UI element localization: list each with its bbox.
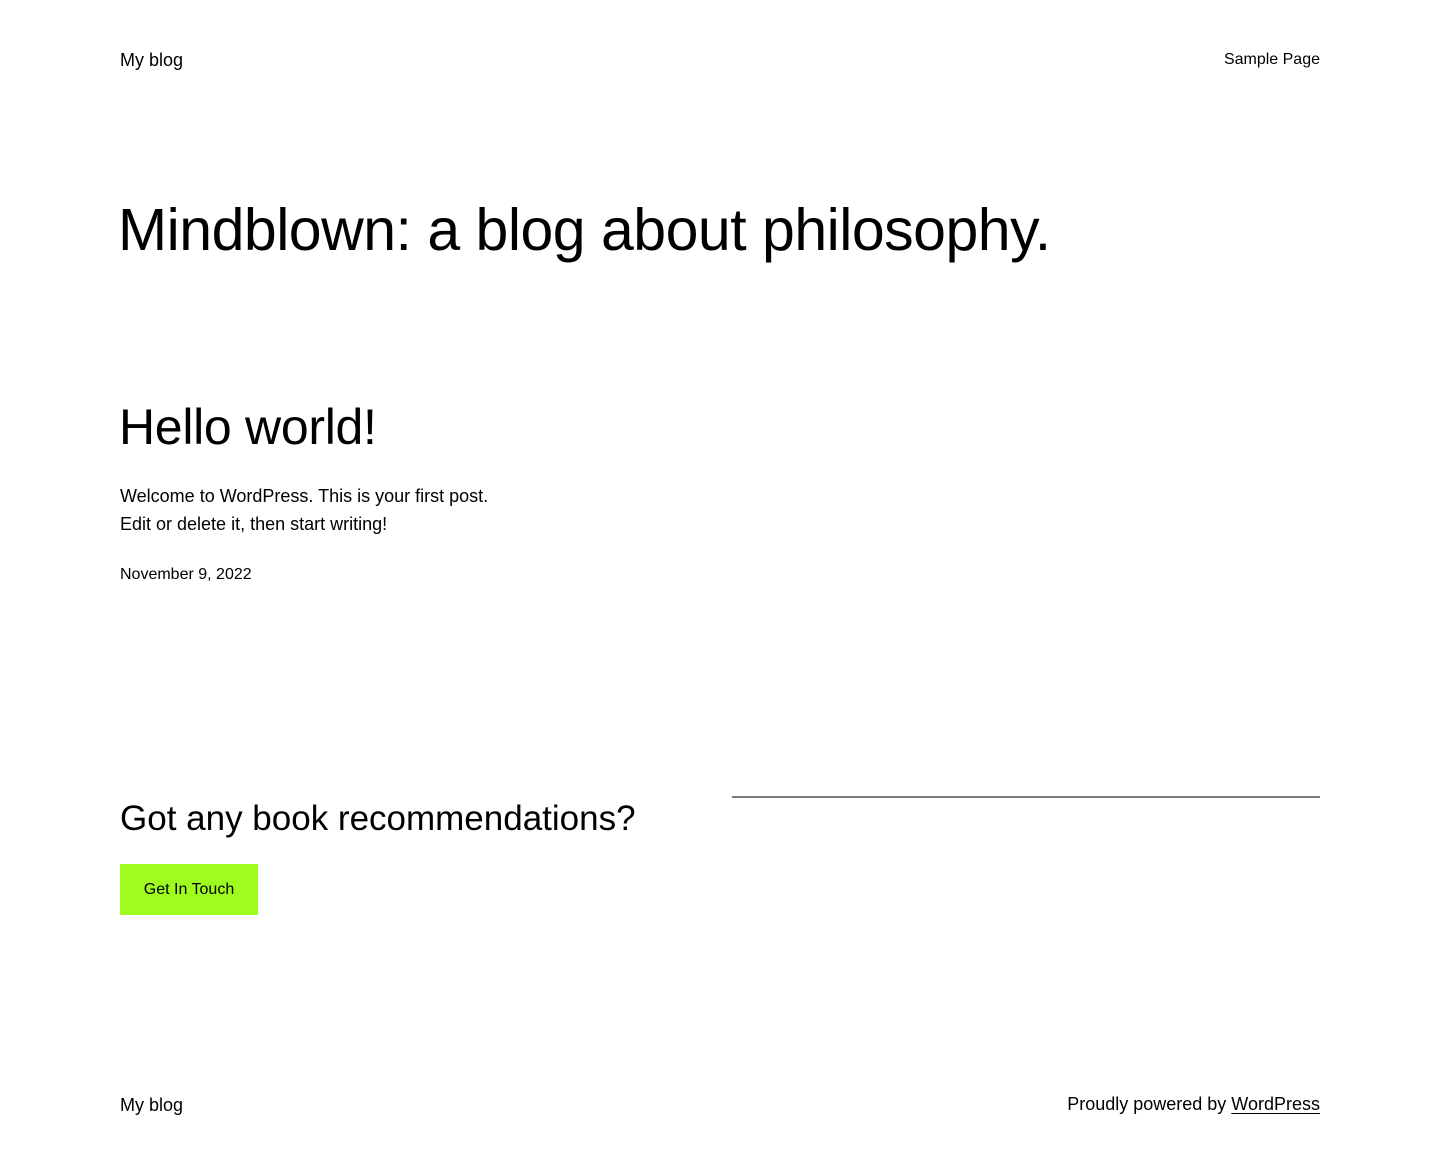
footer-credit-text: Proudly powered by	[1067, 1094, 1232, 1114]
post-title-link[interactable]: Hello world!	[119, 396, 377, 458]
section-divider	[732, 796, 1320, 798]
footer-credit: Proudly powered by WordPress	[1067, 1092, 1320, 1116]
post-excerpt: Welcome to WordPress. This is your first…	[120, 486, 489, 534]
get-in-touch-button[interactable]: Get In Touch	[120, 864, 258, 915]
cta-heading: Got any book recommendations?	[120, 799, 636, 838]
post-date: November 9, 2022	[120, 566, 252, 583]
nav-item-sample-page[interactable]: Sample Page	[1224, 49, 1320, 71]
site-title-link[interactable]: My blog	[120, 48, 183, 72]
footer-site-title-link[interactable]: My blog	[120, 1093, 183, 1117]
wordpress-link[interactable]: WordPress	[1231, 1094, 1320, 1114]
page-title: Mindblown: a blog about philosophy.	[118, 197, 1051, 263]
